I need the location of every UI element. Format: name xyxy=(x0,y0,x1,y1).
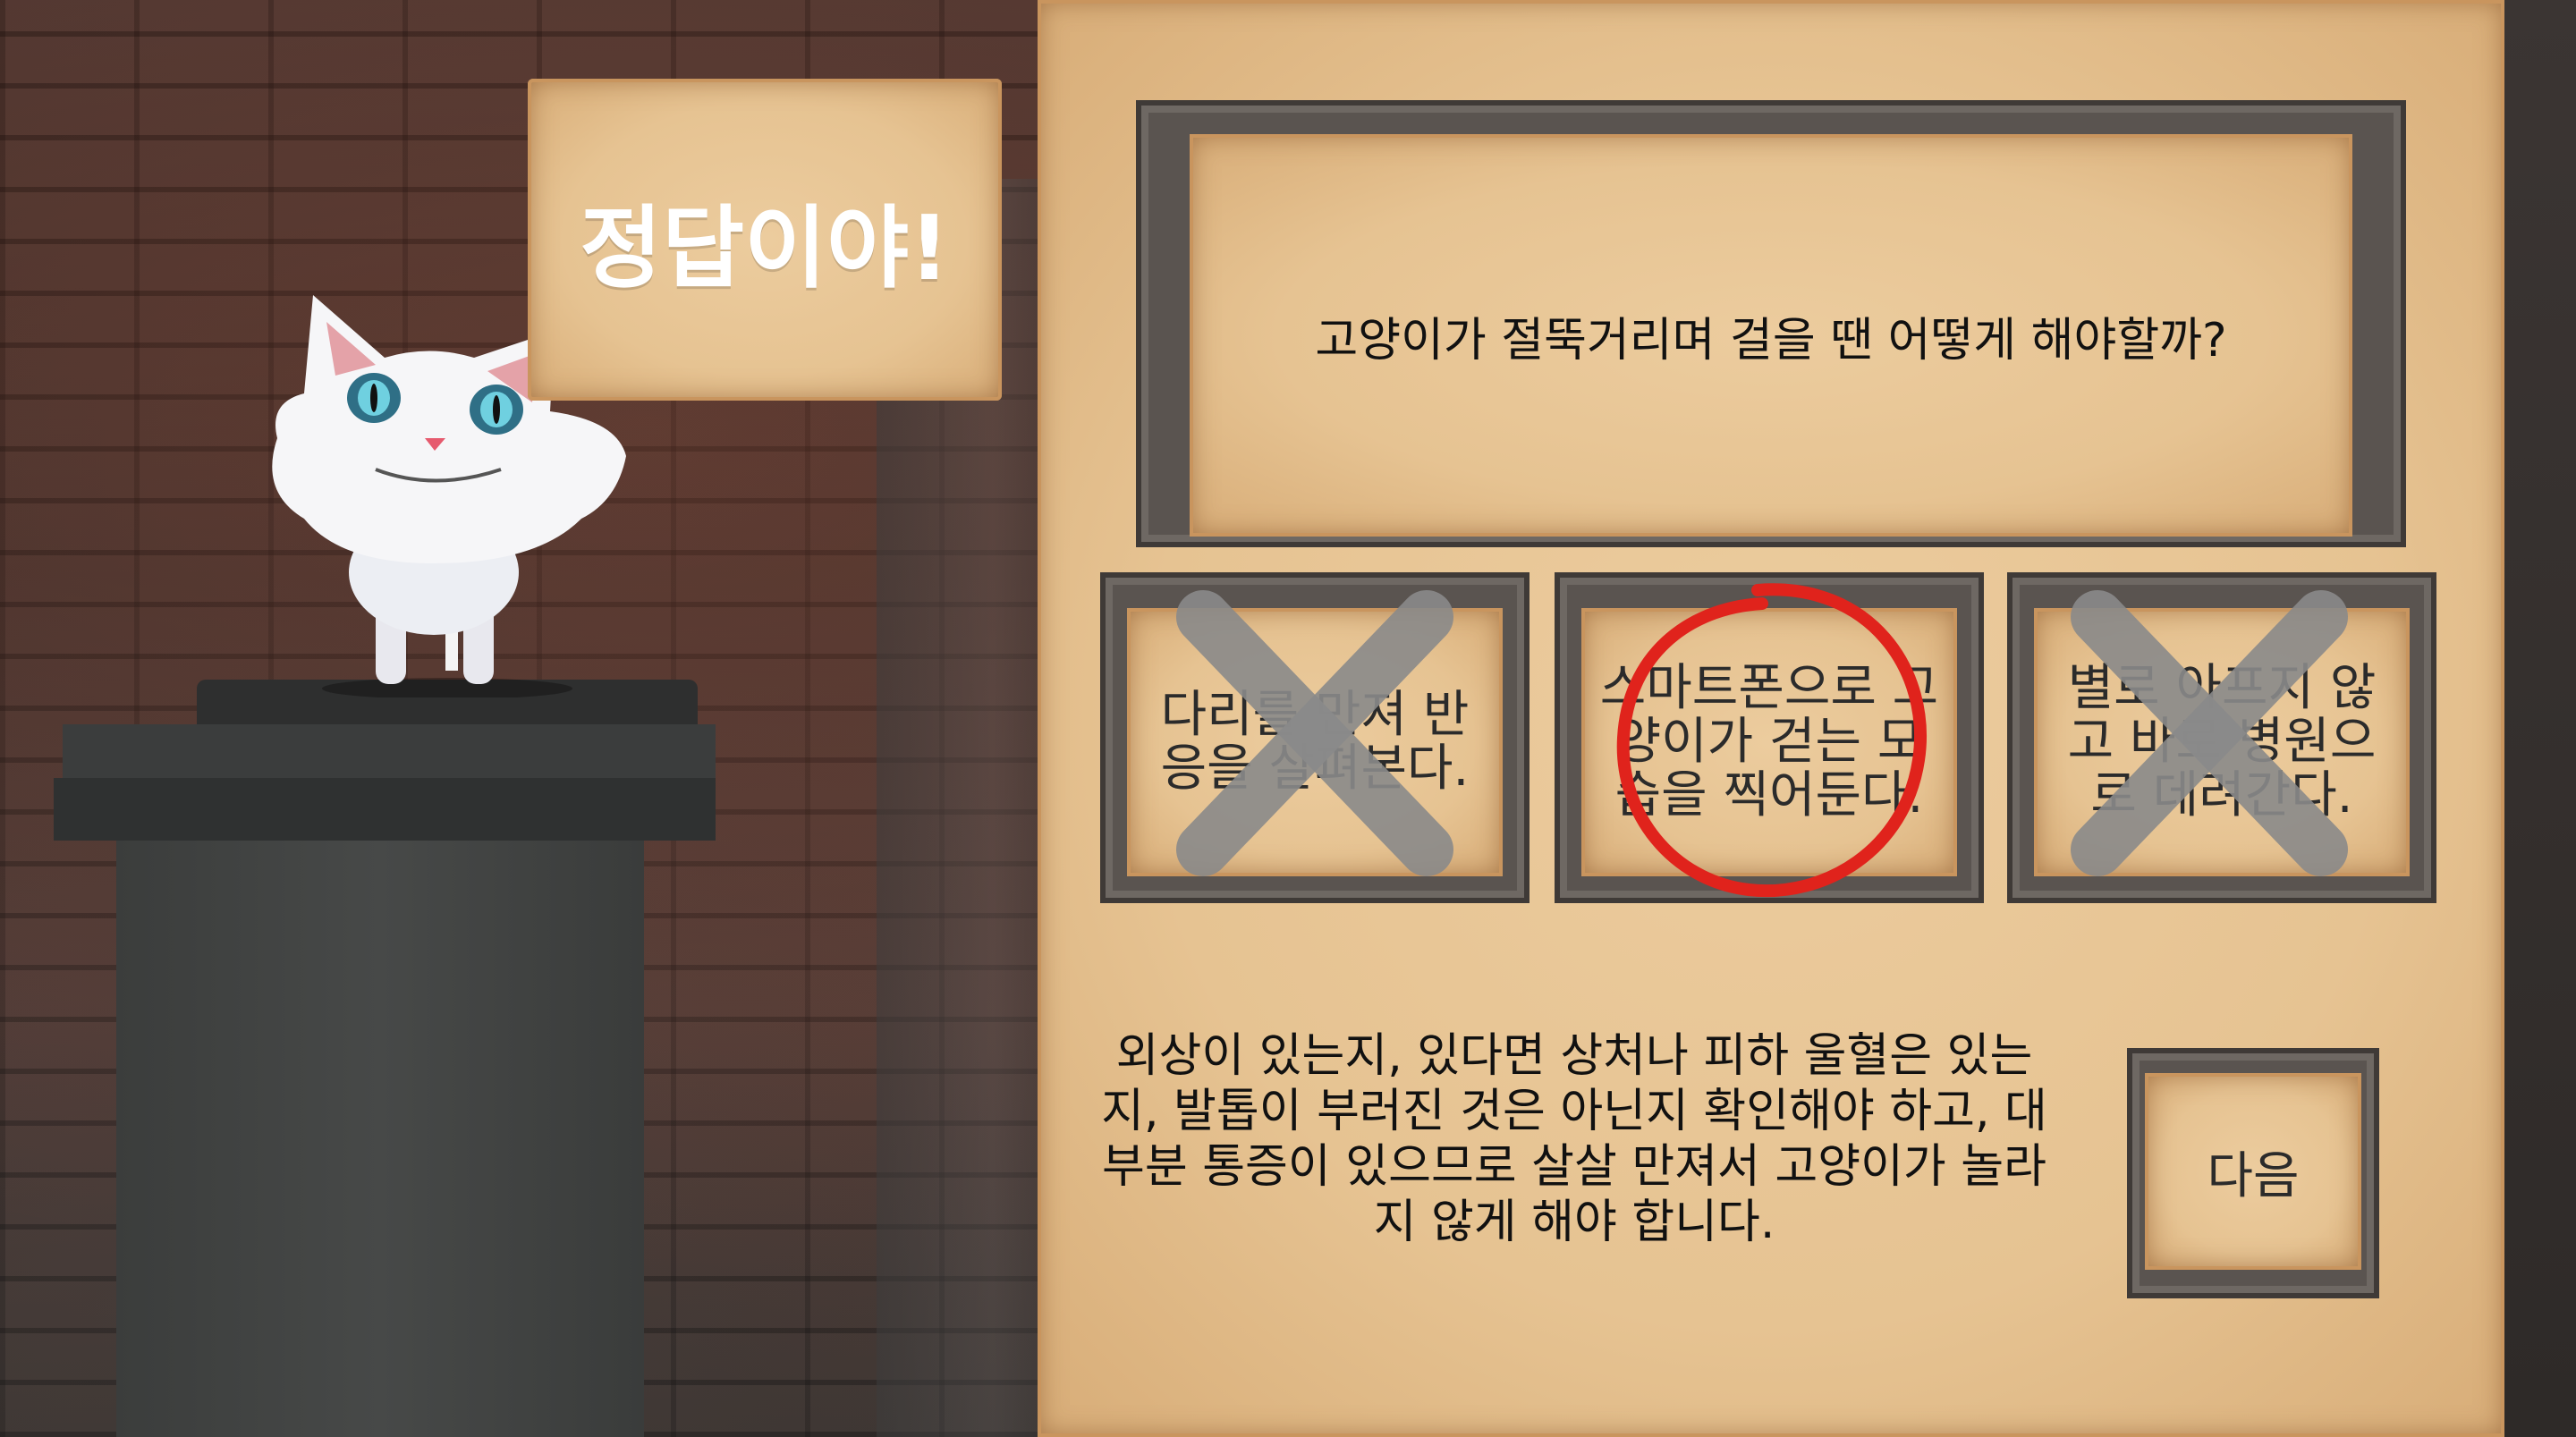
bin-lid xyxy=(63,724,716,778)
next-button-label: 다음 xyxy=(2207,1146,2300,1205)
question-text: 고양이가 절뚝거리며 걸을 땐 어떻게 해야할까? xyxy=(1315,313,2227,368)
bin-body xyxy=(116,841,644,1437)
circle-icon xyxy=(1616,583,1927,898)
feedback-sign: 정답이야! xyxy=(528,79,1002,401)
question-card: 고양이가 절뚝거리며 걸을 땐 어떻게 해야할까? xyxy=(1190,134,2352,537)
wall-edge xyxy=(2504,0,2576,1437)
x-icon xyxy=(1176,590,1453,876)
bin-lid-lip xyxy=(54,778,716,841)
next-button[interactable]: 다음 xyxy=(2145,1073,2361,1270)
trash-bin xyxy=(54,680,716,1437)
cat-shadow xyxy=(322,678,572,697)
explanation-text: 외상이 있는지, 있다면 상처나 피하 울혈은 있는지, 발톱이 부러진 것은 … xyxy=(1101,1029,2047,1249)
feedback-title: 정답이야! xyxy=(580,195,950,300)
cat-pupil xyxy=(370,384,377,412)
cat-pupil xyxy=(493,395,500,424)
x-icon xyxy=(2071,590,2348,876)
